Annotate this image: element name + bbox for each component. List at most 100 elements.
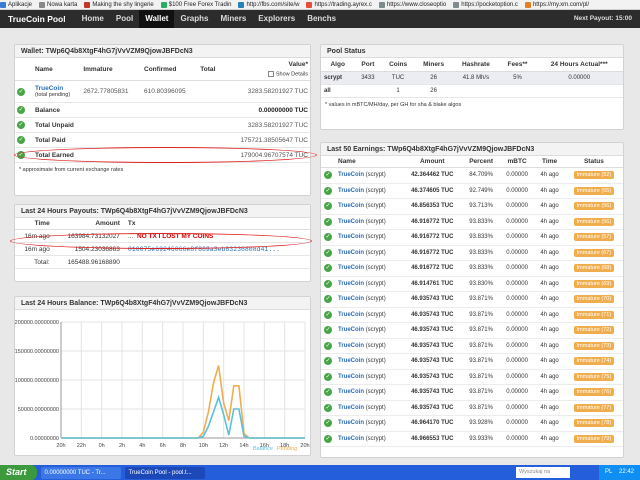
earning-row: ✓ TrueCoin (scrypt) 46.935743 TUC 93.871% 0.… [321,322,623,339]
show-details-checkbox[interactable] [268,71,275,77]
earn-col: Percent [462,156,500,168]
earning-percent: 93.928% [462,415,500,432]
check-icon: ✓ [324,295,332,304]
earning-algo: (scrypt) [365,234,386,241]
bookmark-label: https://www.closeoptio [386,1,447,8]
show-details[interactable]: Show Details [224,71,308,77]
nav-pool[interactable]: Pool [110,10,139,28]
earning-percent: 93.833% [462,214,500,230]
status-badge: Immature (56) [573,217,615,226]
chart-y-tick-label: 50000.00000000 [18,407,59,413]
earning-coin-link[interactable]: TrueCoin [338,281,364,287]
nav-home[interactable]: Home [76,10,110,28]
earning-coin-link[interactable]: TrueCoin [338,296,364,302]
bookmark-item[interactable]: https://pocketoption.c [453,1,518,8]
earning-coin-link[interactable]: TrueCoin [338,327,364,333]
earning-mbtc: 0.00000 [499,307,535,323]
bookmark-item[interactable]: $100 Free Forex Tradin [160,1,231,8]
earning-time: 4h ago [534,353,565,370]
nav-miners[interactable]: Miners [214,10,252,28]
taskbar-task[interactable]: 0.00000000 TUC - Tr... [40,466,121,479]
status-badge: Immature (57) [573,233,615,242]
bookmark-item[interactable]: Aplikacje [0,1,32,8]
earning-percent: 93.713% [462,198,500,215]
bookmark-favicon-icon [0,1,6,8]
earning-coin-link[interactable]: TrueCoin [338,405,364,411]
pool-status-title: Pool Status [321,45,623,58]
bookmark-item[interactable]: Nowa karta [39,1,77,8]
earning-coin-link[interactable]: TrueCoin [338,312,364,318]
earning-coin-link[interactable]: TrueCoin [338,265,364,271]
wallet-coin-row: ✓ TrueCoin (total pending) 2672.77805831… [15,80,310,104]
earning-coin-link[interactable]: TrueCoin [338,389,364,395]
taskbar-task-active[interactable]: TrueCoin Pool - pool.t... [124,466,205,479]
earning-amount: 46.916772 TUC [402,214,463,230]
earning-time: 4h ago [534,214,565,230]
check-icon: ✓ [324,279,332,288]
earning-time: 4h ago [534,415,565,432]
col-value-label: Value* [288,61,308,68]
nav-benchs[interactable]: Benchs [301,10,342,28]
earning-percent: 84.709% [462,167,500,184]
earning-row: ✓ TrueCoin (scrypt) 46.964170 TUC 93.928% 0.… [321,415,623,432]
earning-percent: 93.830% [462,276,500,292]
earning-mbtc: 0.00000 [499,400,535,416]
bookmark-label: https://pocketoption.c [461,1,518,8]
status-badge: Immature (68) [573,264,615,273]
bookmark-label: http://fbs.com/site/w [246,1,300,8]
earning-time: 4h ago [534,291,565,308]
bookmark-favicon-icon [453,1,460,8]
bookmark-item[interactable]: Making the shy lingerie [84,1,154,8]
pool-cell [499,84,536,98]
earn-col: Status [564,156,623,168]
nav-explorers[interactable]: Explorers [252,10,301,28]
earning-coin-link[interactable]: TrueCoin [338,188,364,194]
payout-total-row: Total: 165488.96168890 [15,255,310,269]
earnings-panel: Last 50 Earnings: TWp6Q4b8XtgF4hG7jVvVZM… [320,142,624,458]
pool-cell [535,84,623,98]
earning-coin-link[interactable]: TrueCoin [338,219,364,225]
check-icon: ✓ [324,388,332,397]
status-badge: Immature (79) [573,434,615,443]
clock: 22:42 [618,469,634,475]
bookmark-favicon-icon [306,1,313,8]
check-icon: ✓ [324,357,332,366]
earning-algo: (scrypt) [365,389,386,396]
earning-mbtc: 0.00000 [499,415,535,432]
bookmark-favicon-icon [39,1,46,8]
earning-algo: (scrypt) [365,249,386,256]
earning-coin-link[interactable]: TrueCoin [338,436,364,442]
status-badge: Immature (69) [573,279,615,288]
bookmarks-bar: Aplikacje Nowa karta Making the shy linger… [0,0,640,10]
language-indicator[interactable]: PL [605,469,612,475]
bookmark-item[interactable]: https://www.closeoptio [378,1,447,8]
earning-coin-link[interactable]: TrueCoin [338,358,364,364]
earning-coin-link[interactable]: TrueCoin [338,234,364,240]
pool-col: 24 Hours Actual*** [535,58,623,72]
start-button[interactable]: Start [0,465,37,480]
nav-graphs[interactable]: Graphs [174,10,214,28]
bookmark-favicon-icon [524,1,531,8]
bookmark-item[interactable]: https://my.xm.com/pl/ [524,1,589,8]
earning-coin-link[interactable]: TrueCoin [338,172,364,178]
earning-coin-link[interactable]: TrueCoin [338,420,364,426]
earning-algo: (scrypt) [365,218,386,225]
coin-link[interactable]: TrueCoin [35,85,79,92]
bookmark-item[interactable]: http://fbs.com/site/w [238,1,300,8]
earnings-title: Last 50 Earnings: TWp6Q4b8XtgF4hG7jVvVZM… [321,143,623,156]
status-badge: Immature (52) [573,171,615,180]
earning-mbtc: 0.00000 [499,245,535,261]
earning-coin-link[interactable]: TrueCoin [338,343,364,349]
earning-algo: (scrypt) [365,187,386,194]
desktop-search-input[interactable]: Wyszukaj na pulpicie [516,467,570,478]
earning-coin-link[interactable]: TrueCoin [338,203,364,209]
earning-coin-link[interactable]: TrueCoin [338,250,364,256]
nav-wallet[interactable]: Wallet [139,10,175,28]
status-badge: Immature (67) [573,248,615,257]
brand-logo[interactable]: TrueCoin Pool [0,14,76,24]
bookmark-item[interactable]: https://trading.ayrex.c [306,1,372,8]
earning-row: ✓ TrueCoin (scrypt) 46.856353 TUC 93.713% 0.… [321,198,623,215]
earning-mbtc: 0.00000 [499,260,535,277]
earning-time: 4h ago [534,167,565,184]
earning-coin-link[interactable]: TrueCoin [338,374,364,380]
